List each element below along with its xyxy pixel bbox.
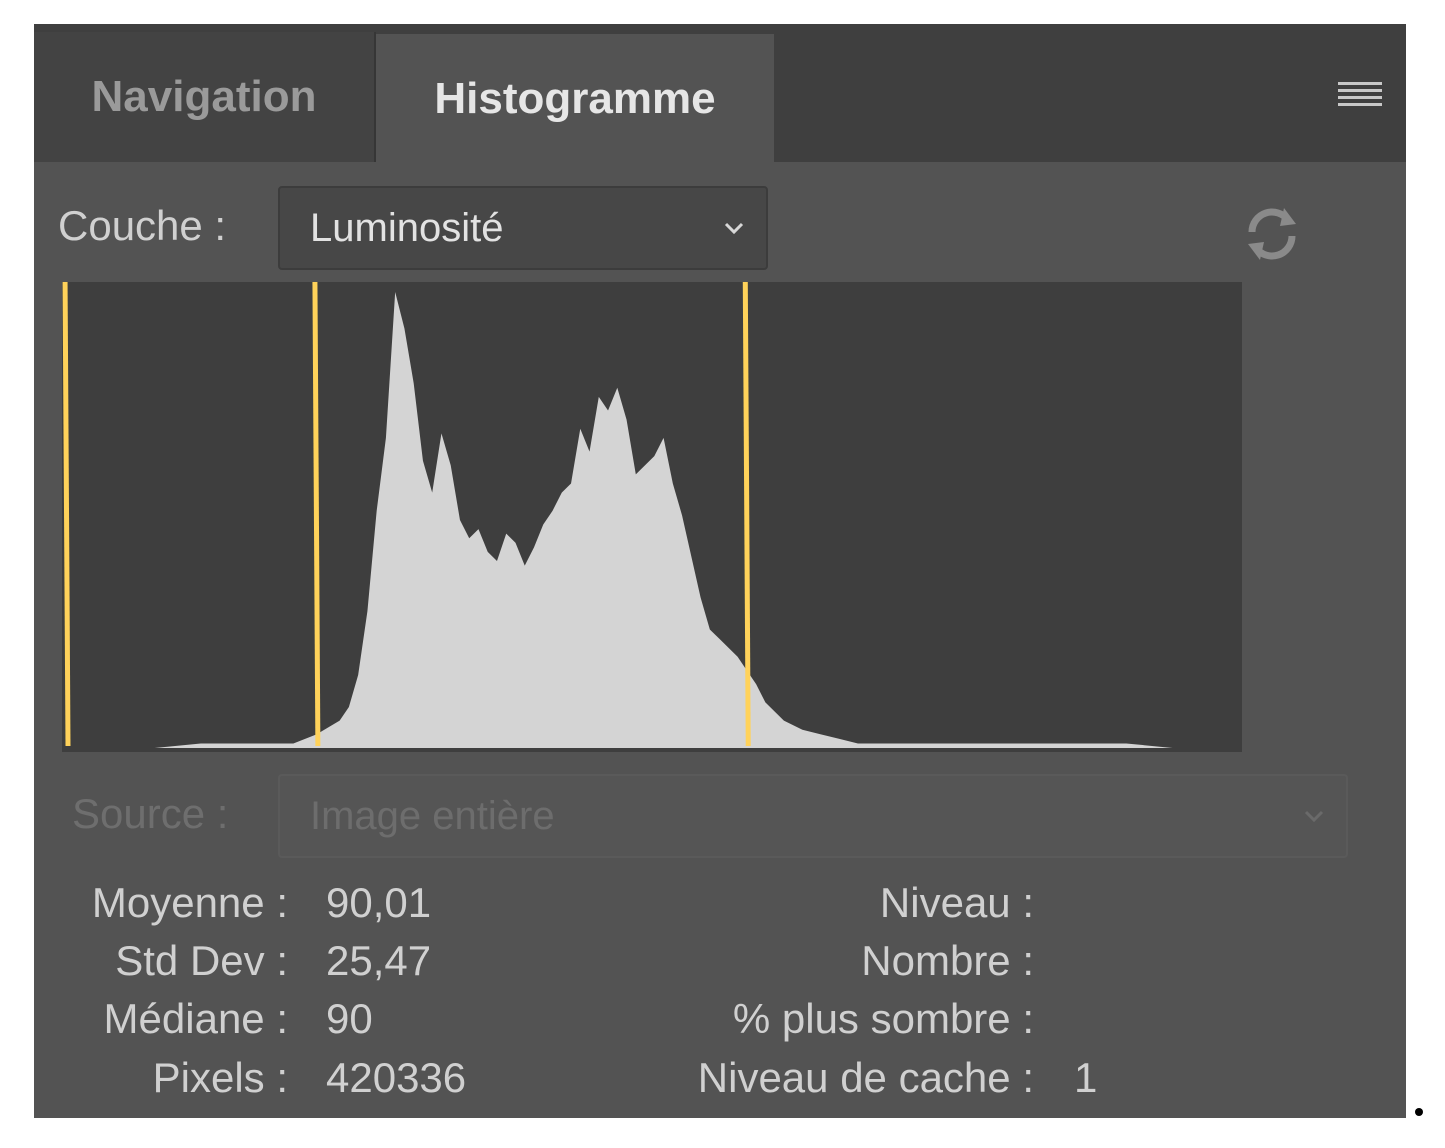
histogram-marker-2 [742,282,751,747]
tab-navigation[interactable]: Navigation [34,32,376,162]
hamburger-menu-icon[interactable] [1338,82,1382,112]
stat-mean-label: Moyenne : [91,879,288,926]
stat-cache-level-label: Niveau de cache : [697,1054,1034,1101]
histogram-marker-0 [62,282,71,747]
stat-percentile-label: % plus sombre : [732,995,1034,1042]
histogram-marker-1 [312,282,321,747]
tab-bar: Navigation Histogramme [34,24,1406,164]
stray-dot [1415,1108,1423,1116]
stat-pixels-label: Pixels : [152,1054,288,1101]
tab-histogram[interactable]: Histogramme [376,34,774,164]
stat-mean-value: 90,01 [326,879,432,926]
chevron-down-icon [1304,810,1324,823]
stat-median-label: Médiane : [103,995,288,1042]
channel-select-value: Luminosité [310,205,504,250]
channel-select[interactable]: Luminosité [278,186,768,270]
stat-stddev-label: Std Dev : [115,937,288,984]
stat-median-value: 90 [326,995,373,1042]
stat-pixels-value: 420336 [326,1054,467,1101]
stat-cache-level-value: 1 [1074,1054,1098,1101]
stat-level-label: Niveau : [879,879,1034,926]
source-select[interactable]: Image entière [278,774,1348,858]
refresh-icon[interactable] [1240,202,1304,266]
source-label: Source : [72,790,229,837]
stat-count-label: Nombre : [861,937,1034,984]
histogram-svg [62,282,1219,748]
histogram-panel: Navigation Histogramme Couche : Luminosi… [34,24,1406,1118]
stat-stddev-value: 25,47 [326,937,432,984]
source-select-value: Image entière [310,793,555,838]
channel-label: Couche : [58,202,227,249]
histogram-area [62,292,1219,748]
chevron-down-icon [724,222,744,235]
histogram-chart [62,282,1242,752]
